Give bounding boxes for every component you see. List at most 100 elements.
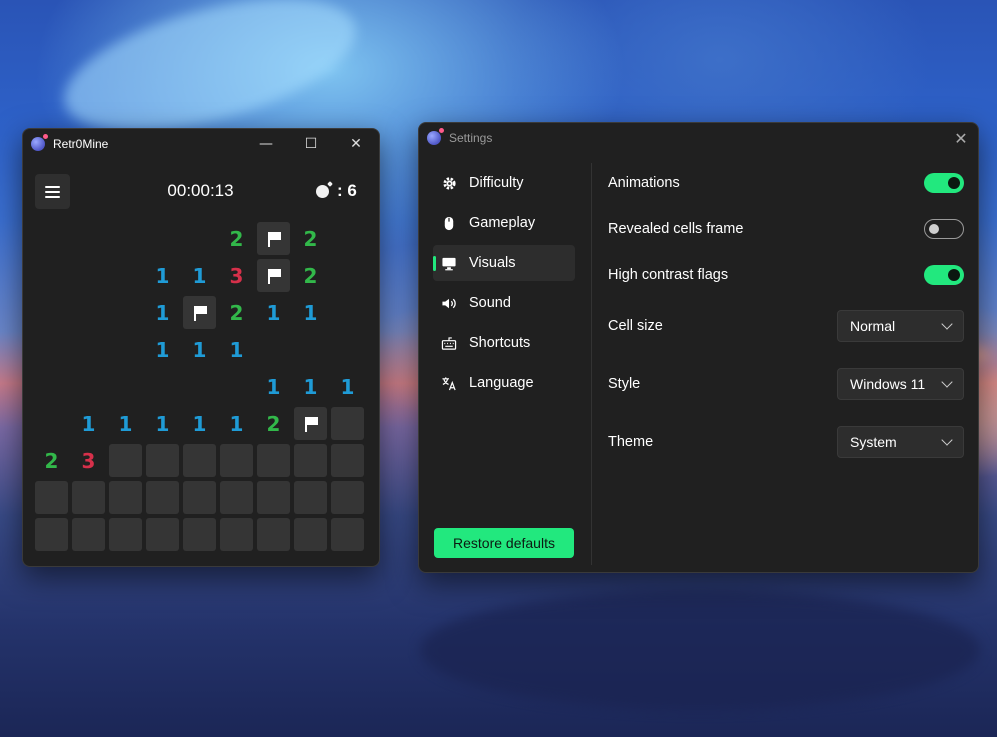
number-cell: 2 xyxy=(229,226,244,251)
hamburger-menu-button[interactable] xyxy=(35,174,70,209)
number-cell: 1 xyxy=(303,300,318,325)
number-cell: 1 xyxy=(155,411,170,436)
chevron-down-icon xyxy=(941,434,953,446)
flagged-cell[interactable] xyxy=(257,222,290,255)
board-cell xyxy=(35,407,68,440)
app-bomb-icon xyxy=(31,134,48,151)
board-cell[interactable] xyxy=(294,444,327,477)
menu-icon-line xyxy=(45,185,60,188)
nav-item-language[interactable]: Language xyxy=(433,365,575,401)
flag-icon xyxy=(266,268,282,284)
board-cell[interactable] xyxy=(257,444,290,477)
board-cell[interactable] xyxy=(109,444,142,477)
revealed-frame-toggle[interactable] xyxy=(924,219,964,239)
nav-item-shortcuts[interactable]: Shortcuts xyxy=(433,325,575,361)
nav-item-label: Gameplay xyxy=(469,215,536,231)
board-cell[interactable] xyxy=(146,518,179,551)
high-contrast-toggle[interactable] xyxy=(924,265,964,285)
board-cell[interactable] xyxy=(183,481,216,514)
settings-nav: Difficulty Gameplay Visuals Sound Shortc… xyxy=(433,165,575,405)
flagged-cell[interactable] xyxy=(257,259,290,292)
option-cell-size: Cell size Normal xyxy=(608,310,964,342)
board-cell xyxy=(146,222,179,255)
nav-item-label: Shortcuts xyxy=(469,335,531,351)
board-cell xyxy=(331,222,364,255)
board-cell[interactable] xyxy=(331,407,364,440)
restore-defaults-button[interactable]: Restore defaults xyxy=(434,528,574,558)
board-cell xyxy=(331,296,364,329)
game-titlebar: Retr0Mine — ☐ ✕ xyxy=(23,129,379,159)
board-cell xyxy=(35,259,68,292)
board-cell[interactable] xyxy=(220,518,253,551)
board-cell[interactable] xyxy=(331,518,364,551)
maximize-button[interactable]: ☐ xyxy=(288,129,334,159)
number-cell: 1 xyxy=(192,411,207,436)
board-cell[interactable] xyxy=(109,518,142,551)
board-cell[interactable] xyxy=(72,481,105,514)
flag-icon xyxy=(192,305,208,321)
nav-item-difficulty[interactable]: Difficulty xyxy=(433,165,575,201)
cell-size-dropdown[interactable]: Normal xyxy=(837,310,964,342)
chevron-down-icon xyxy=(941,376,953,388)
board-cell xyxy=(109,259,142,292)
number-cell: 2 xyxy=(303,263,318,288)
number-cell: 1 xyxy=(266,374,281,399)
board-cell xyxy=(146,370,179,403)
board-cell[interactable] xyxy=(146,481,179,514)
nav-item-gameplay[interactable]: Gameplay xyxy=(433,205,575,241)
board-cell[interactable] xyxy=(294,481,327,514)
number-cell: 2 xyxy=(266,411,281,436)
animations-toggle[interactable] xyxy=(924,173,964,193)
close-button[interactable]: ✕ xyxy=(333,129,379,159)
style-dropdown[interactable]: Windows 11 xyxy=(837,368,964,400)
nav-item-sound[interactable]: Sound xyxy=(433,285,575,321)
board-cell xyxy=(220,370,253,403)
board-cell[interactable] xyxy=(183,518,216,551)
option-label: Cell size xyxy=(608,318,663,334)
board-cell xyxy=(72,259,105,292)
board-cell[interactable] xyxy=(220,444,253,477)
option-animations: Animations xyxy=(608,171,964,195)
board-cell xyxy=(72,222,105,255)
option-label: Animations xyxy=(608,175,680,191)
board-cell xyxy=(331,333,364,366)
bomb-icon xyxy=(316,184,329,198)
board-cell[interactable] xyxy=(183,444,216,477)
number-cell: 1 xyxy=(229,411,244,436)
minimize-button[interactable]: — xyxy=(243,129,289,159)
option-label: Theme xyxy=(608,434,654,450)
settings-titlebar: Settings xyxy=(419,123,978,153)
board-cell xyxy=(109,370,142,403)
monitor-icon xyxy=(441,255,457,271)
board-cell[interactable] xyxy=(331,481,364,514)
board-cell[interactable] xyxy=(294,518,327,551)
number-cell: 1 xyxy=(229,337,244,362)
settings-window: Settings ✕ Difficulty Gameplay Visuals S xyxy=(418,122,979,573)
board-cell[interactable] xyxy=(72,518,105,551)
board-cell[interactable] xyxy=(35,481,68,514)
option-revealed-frame: Revealed cells frame xyxy=(608,217,964,241)
option-style: Style Windows 11 xyxy=(608,368,964,400)
mine-counter: : 6 xyxy=(316,181,357,201)
settings-close-button[interactable]: ✕ xyxy=(950,127,972,149)
flagged-cell[interactable] xyxy=(183,296,216,329)
board-cell[interactable] xyxy=(331,444,364,477)
number-cell: 1 xyxy=(155,263,170,288)
nav-item-label: Language xyxy=(469,375,534,391)
board-cell xyxy=(72,333,105,366)
number-cell: 1 xyxy=(303,374,318,399)
board-cell[interactable] xyxy=(257,518,290,551)
board-cell[interactable] xyxy=(220,481,253,514)
nav-item-visuals[interactable]: Visuals xyxy=(433,245,575,281)
number-cell: 1 xyxy=(192,263,207,288)
dropdown-value: Normal xyxy=(850,318,896,334)
board-cell[interactable] xyxy=(146,444,179,477)
board-cell[interactable] xyxy=(257,481,290,514)
board-cell[interactable] xyxy=(109,481,142,514)
flagged-cell[interactable] xyxy=(294,407,327,440)
board-cell[interactable] xyxy=(35,518,68,551)
theme-dropdown[interactable]: System xyxy=(837,426,964,458)
board-cell xyxy=(257,333,290,366)
dropdown-value: Windows 11 xyxy=(850,376,926,392)
board-cell xyxy=(72,370,105,403)
